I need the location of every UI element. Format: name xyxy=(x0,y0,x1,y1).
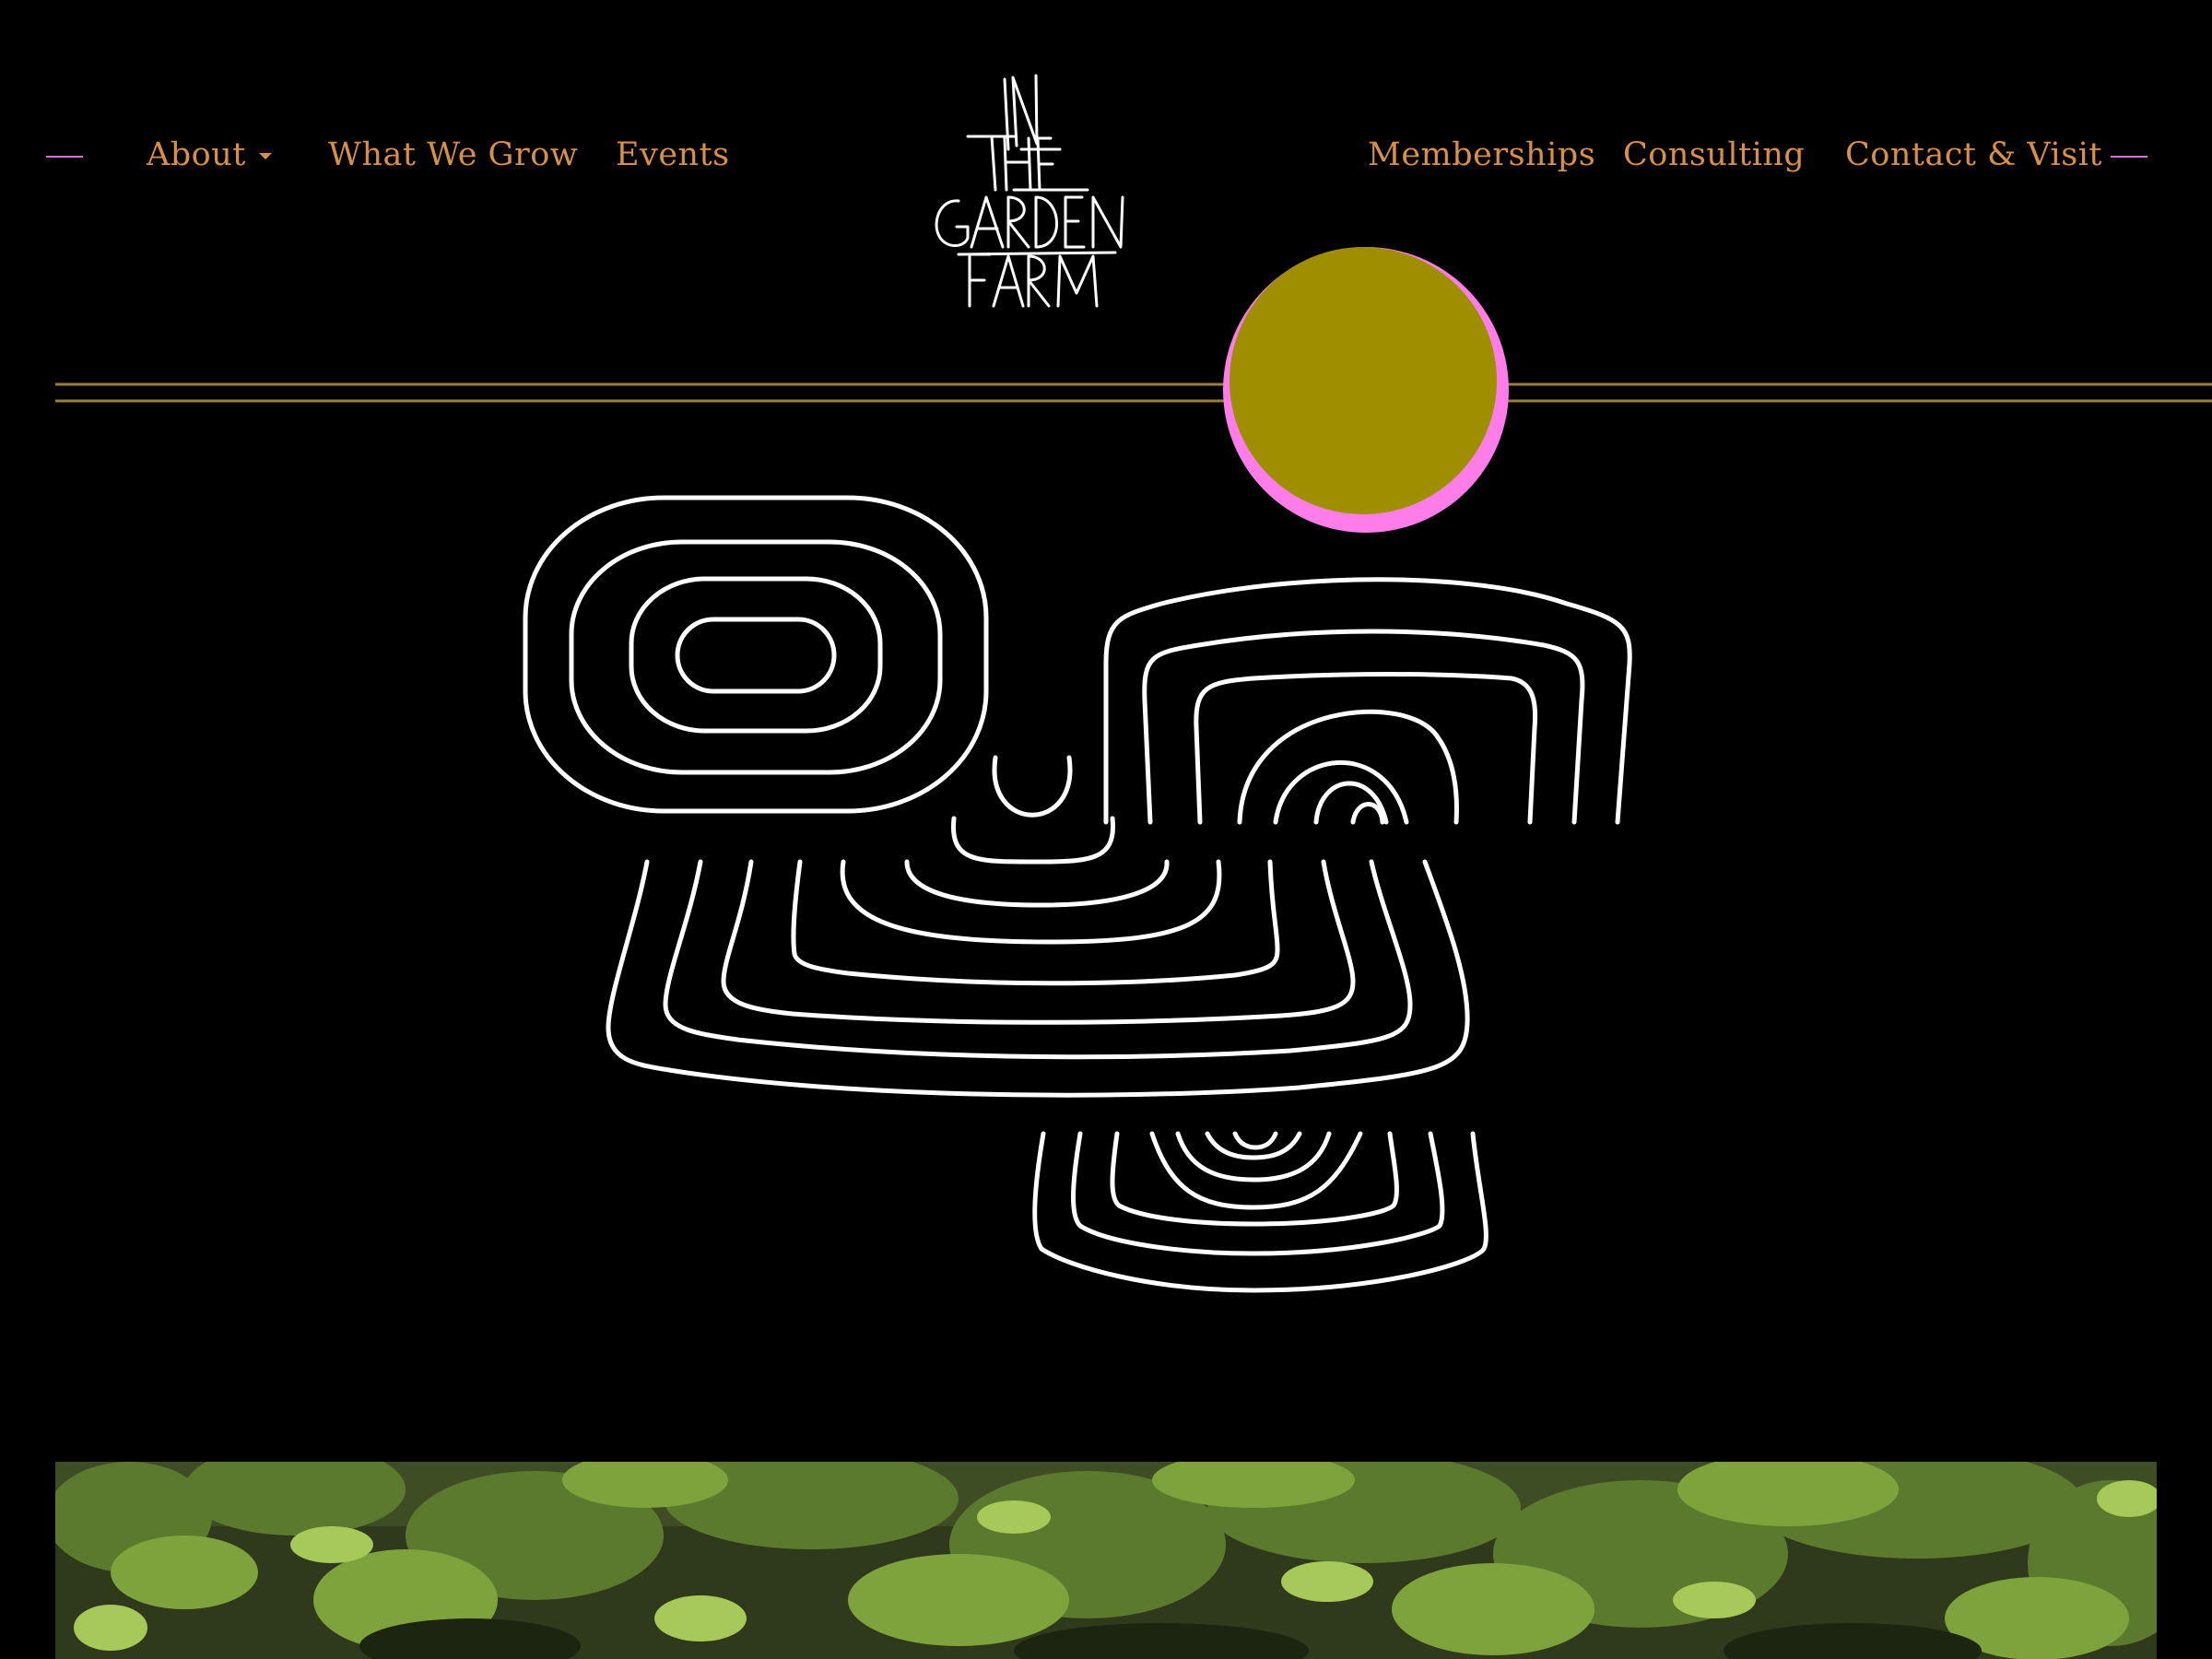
u-2 xyxy=(663,859,1413,1060)
arch-6 xyxy=(1313,781,1389,825)
u-4 xyxy=(791,859,1280,986)
arch-4 xyxy=(1237,709,1459,825)
small-u xyxy=(992,755,1073,818)
u-1 xyxy=(606,859,1470,1098)
arch-2 xyxy=(1142,629,1585,825)
garden-beds-illustration xyxy=(523,495,1632,1293)
lower-u-7 xyxy=(1232,1131,1278,1150)
medium-u xyxy=(950,816,1115,865)
arch-7 xyxy=(1350,802,1385,825)
arch-1 xyxy=(1103,577,1632,825)
garden-photo xyxy=(55,1462,2157,1659)
lower-u-2 xyxy=(1071,1131,1445,1256)
arch-3 xyxy=(1194,672,1538,825)
u-6 xyxy=(904,859,1170,908)
arch-5 xyxy=(1273,759,1409,825)
ring-outer xyxy=(523,495,989,814)
ring-inner xyxy=(675,617,837,694)
ring-3 xyxy=(629,576,883,734)
